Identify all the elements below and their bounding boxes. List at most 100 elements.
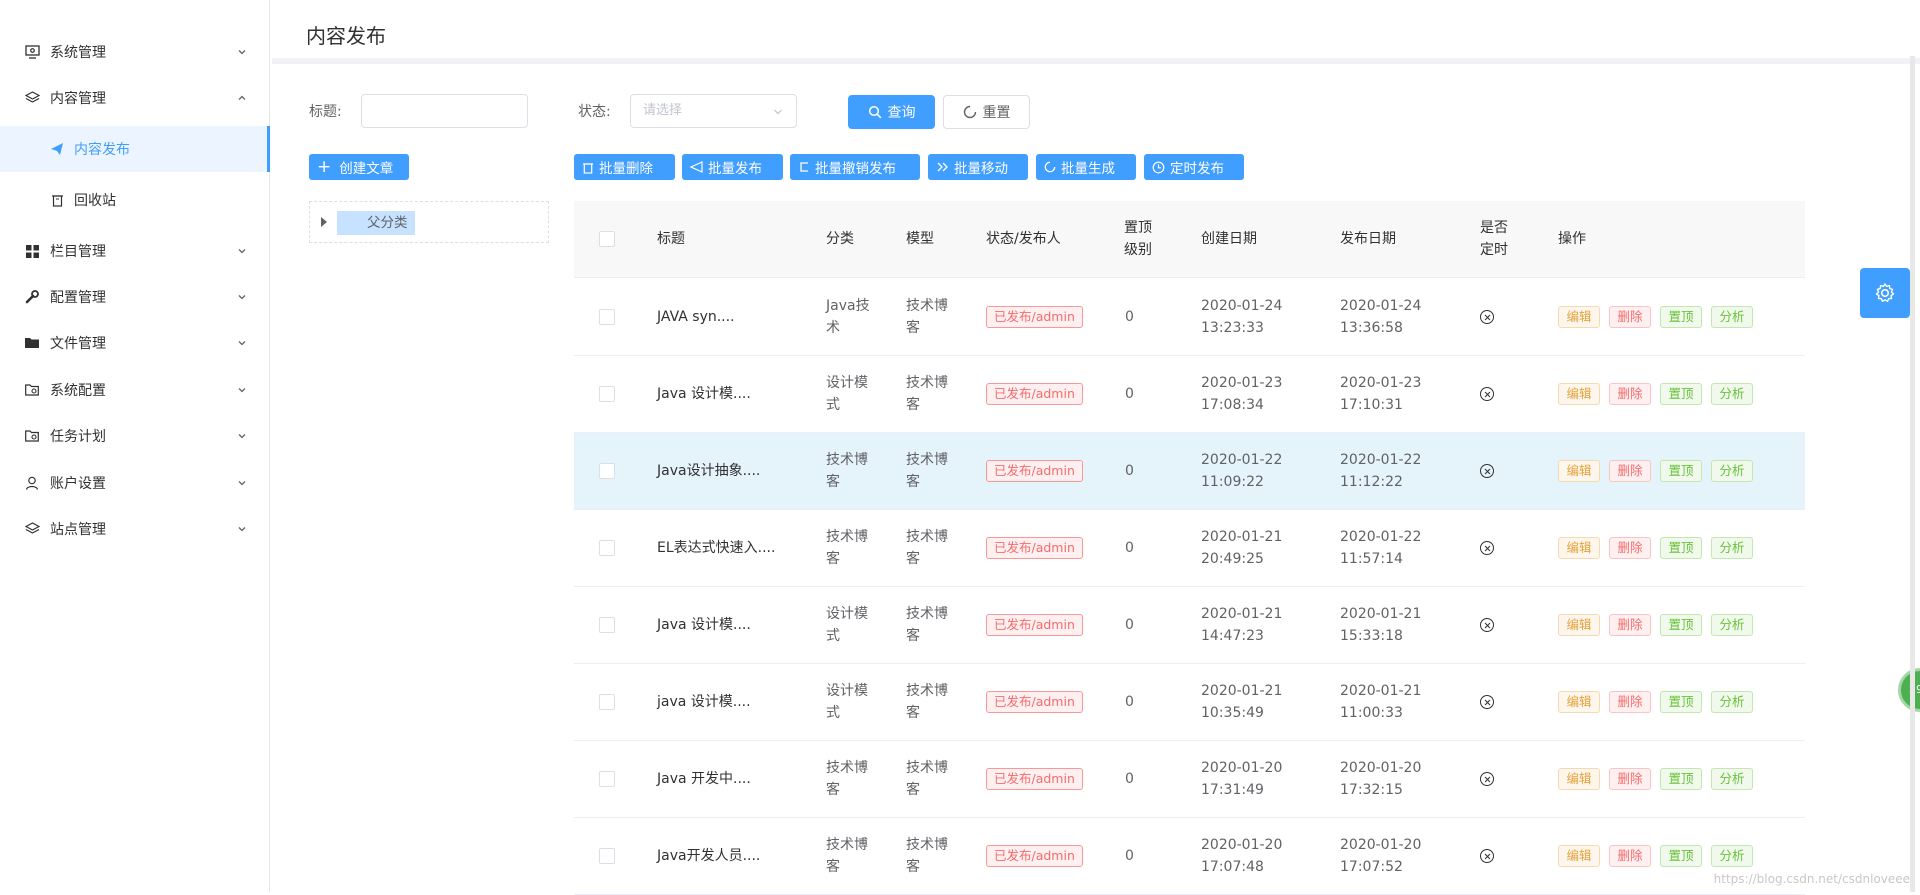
status-badge: 已发布/admin bbox=[986, 614, 1083, 636]
sidebar-item-label: 站点管理 bbox=[50, 519, 106, 539]
tree-node-parent-category[interactable]: 父分类 bbox=[337, 211, 415, 235]
cell-title[interactable]: java 设计模.... bbox=[657, 691, 751, 713]
row-checkbox[interactable] bbox=[599, 848, 615, 864]
row-checkbox[interactable] bbox=[599, 309, 615, 325]
sidebar-item-system-config[interactable]: 系统配置 bbox=[0, 367, 270, 413]
batch-delete-button[interactable]: 批量删除 bbox=[574, 154, 675, 180]
table-row[interactable]: EL表达式快速入....技术博客技术博客已发布/admin02020-01-21… bbox=[574, 510, 1805, 587]
edit-button[interactable]: 编辑 bbox=[1558, 614, 1600, 636]
col-timed-2[interactable]: 定时 bbox=[1480, 239, 1508, 261]
cell-title[interactable]: Java 设计模.... bbox=[657, 614, 751, 636]
row-checkbox[interactable] bbox=[599, 540, 615, 556]
analyze-button[interactable]: 分析 bbox=[1711, 537, 1753, 559]
edit-button[interactable]: 编辑 bbox=[1558, 768, 1600, 790]
pin-top-button[interactable]: 置顶 bbox=[1660, 460, 1702, 482]
sidebar-item-tasks[interactable]: 任务计划 bbox=[0, 413, 270, 459]
analyze-button[interactable]: 分析 bbox=[1711, 614, 1753, 636]
sidebar-item-config[interactable]: 配置管理 bbox=[0, 274, 270, 320]
pin-top-button[interactable]: 置顶 bbox=[1660, 614, 1702, 636]
delete-button[interactable]: 删除 bbox=[1609, 768, 1651, 790]
sidebar-item-account[interactable]: 账户设置 bbox=[0, 460, 270, 506]
edit-button[interactable]: 编辑 bbox=[1558, 383, 1600, 405]
table-row[interactable]: java 设计模....设计模式技术博客已发布/admin02020-01-21… bbox=[574, 664, 1805, 741]
query-button[interactable]: 查询 bbox=[848, 95, 935, 129]
delete-button[interactable]: 删除 bbox=[1609, 845, 1651, 867]
pin-top-button[interactable]: 置顶 bbox=[1660, 537, 1702, 559]
sidebar-item-sites[interactable]: 站点管理 bbox=[0, 506, 270, 552]
delete-button[interactable]: 删除 bbox=[1609, 306, 1651, 328]
batch-generate-label: 批量生成 bbox=[1061, 157, 1115, 177]
col-published[interactable]: 发布日期 bbox=[1340, 228, 1396, 250]
col-status[interactable]: 状态/发布人 bbox=[986, 228, 1061, 250]
sidebar-item-label: 任务计划 bbox=[50, 426, 106, 446]
delete-button[interactable]: 删除 bbox=[1609, 691, 1651, 713]
caret-right-icon[interactable] bbox=[321, 217, 327, 227]
sidebar-item-content-publish[interactable]: 内容发布 bbox=[0, 126, 270, 172]
sidebar-item-recycle-bin[interactable]: 回收站 bbox=[0, 177, 270, 223]
table-row[interactable]: Java 设计模....设计模式技术博客已发布/admin02020-01-23… bbox=[574, 356, 1805, 433]
pin-top-button[interactable]: 置顶 bbox=[1660, 306, 1702, 328]
edit-button[interactable]: 编辑 bbox=[1558, 691, 1600, 713]
sidebar-item-system[interactable]: 系统管理 bbox=[0, 29, 270, 75]
analyze-button[interactable]: 分析 bbox=[1711, 306, 1753, 328]
edit-button[interactable]: 编辑 bbox=[1558, 537, 1600, 559]
cell-title[interactable]: JAVA syn.... bbox=[657, 306, 735, 328]
col-timed-1[interactable]: 是否 bbox=[1480, 217, 1508, 239]
sidebar-item-content[interactable]: 内容管理 bbox=[0, 75, 270, 121]
batch-publish-button[interactable]: 批量发布 bbox=[682, 154, 783, 180]
title-input[interactable] bbox=[361, 94, 528, 128]
edit-button[interactable]: 编辑 bbox=[1558, 845, 1600, 867]
analyze-button[interactable]: 分析 bbox=[1711, 460, 1753, 482]
row-checkbox[interactable] bbox=[599, 386, 615, 402]
pin-top-button[interactable]: 置顶 bbox=[1660, 768, 1702, 790]
create-article-button[interactable]: + 创建文章 bbox=[309, 154, 409, 180]
scrollbar[interactable] bbox=[1910, 56, 1915, 892]
sidebar-item-columns[interactable]: 栏目管理 bbox=[0, 228, 270, 274]
table-row[interactable]: Java 设计模....设计模式技术博客已发布/admin02020-01-21… bbox=[574, 587, 1805, 664]
cell-title[interactable]: EL表达式快速入.... bbox=[657, 537, 775, 559]
col-top-level-2[interactable]: 级别 bbox=[1124, 239, 1152, 261]
col-category[interactable]: 分类 bbox=[826, 228, 854, 250]
analyze-button[interactable]: 分析 bbox=[1711, 845, 1753, 867]
delete-button[interactable]: 删除 bbox=[1609, 537, 1651, 559]
table-row[interactable]: Java设计抽象....技术博客技术博客已发布/admin02020-01-22… bbox=[574, 433, 1805, 510]
analyze-button[interactable]: 分析 bbox=[1711, 691, 1753, 713]
batch-unpublish-button[interactable]: 批量撤销发布 bbox=[790, 154, 920, 180]
settings-button[interactable] bbox=[1860, 268, 1910, 318]
row-checkbox[interactable] bbox=[599, 463, 615, 479]
reset-button[interactable]: 重置 bbox=[943, 95, 1030, 129]
scheduled-publish-button[interactable]: 定时发布 bbox=[1144, 154, 1244, 180]
batch-move-button[interactable]: 批量移动 bbox=[928, 154, 1028, 180]
col-created[interactable]: 创建日期 bbox=[1201, 228, 1257, 250]
chevron-down-icon bbox=[236, 384, 248, 396]
pin-top-button[interactable]: 置顶 bbox=[1660, 691, 1702, 713]
cell-created-date: 2020-01-21 bbox=[1201, 526, 1282, 548]
select-all-checkbox[interactable] bbox=[599, 231, 615, 247]
status-select[interactable]: 请选择 bbox=[630, 94, 797, 128]
row-checkbox[interactable] bbox=[599, 771, 615, 787]
cell-title[interactable]: Java设计抽象.... bbox=[657, 460, 760, 482]
delete-button[interactable]: 删除 bbox=[1609, 383, 1651, 405]
col-model[interactable]: 模型 bbox=[906, 228, 934, 250]
cell-title[interactable]: Java 开发中.... bbox=[657, 768, 751, 790]
analyze-button[interactable]: 分析 bbox=[1711, 768, 1753, 790]
col-top-level-1[interactable]: 置顶 bbox=[1124, 217, 1152, 239]
table-row[interactable]: Java开发人员....技术博客技术博客已发布/admin02020-01-20… bbox=[574, 818, 1805, 895]
delete-button[interactable]: 删除 bbox=[1609, 614, 1651, 636]
floating-counter-badge[interactable]: 29 bbox=[1898, 668, 1920, 712]
pin-top-button[interactable]: 置顶 bbox=[1660, 845, 1702, 867]
pin-top-button[interactable]: 置顶 bbox=[1660, 383, 1702, 405]
analyze-button[interactable]: 分析 bbox=[1711, 383, 1753, 405]
row-checkbox[interactable] bbox=[599, 617, 615, 633]
batch-generate-button[interactable]: 批量生成 bbox=[1036, 154, 1136, 180]
cell-title[interactable]: Java开发人员.... bbox=[657, 845, 760, 867]
edit-button[interactable]: 编辑 bbox=[1558, 306, 1600, 328]
edit-button[interactable]: 编辑 bbox=[1558, 460, 1600, 482]
cell-title[interactable]: Java 设计模.... bbox=[657, 383, 751, 405]
row-checkbox[interactable] bbox=[599, 694, 615, 710]
table-row[interactable]: JAVA syn....Java技术技术博客已发布/admin02020-01-… bbox=[574, 279, 1805, 356]
sidebar-item-files[interactable]: 文件管理 bbox=[0, 320, 270, 366]
delete-button[interactable]: 删除 bbox=[1609, 460, 1651, 482]
col-title[interactable]: 标题 bbox=[657, 228, 685, 250]
table-row[interactable]: Java 开发中....技术博客技术博客已发布/admin02020-01-20… bbox=[574, 741, 1805, 818]
